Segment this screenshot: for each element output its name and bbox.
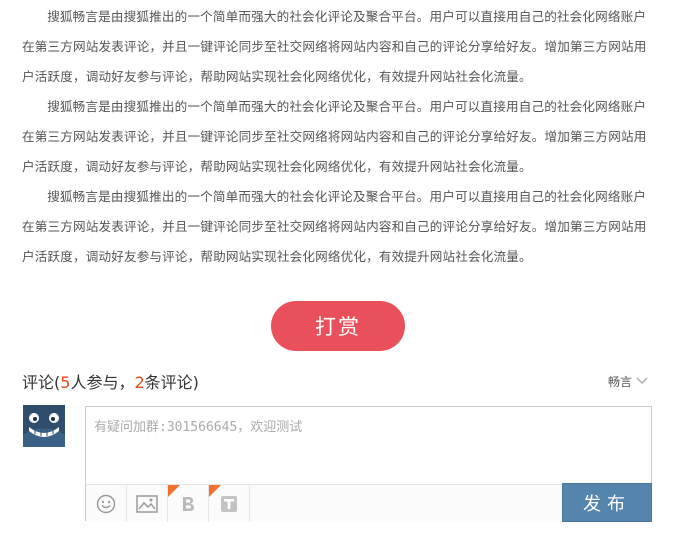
bold-button[interactable] bbox=[168, 485, 209, 522]
comment-input[interactable] bbox=[86, 407, 651, 484]
comment-summary: 评论(5人参与，2条评论) bbox=[22, 369, 199, 393]
participant-count: 5 bbox=[60, 373, 71, 392]
image-upload-button[interactable] bbox=[127, 485, 168, 522]
text-format-icon bbox=[220, 495, 238, 513]
new-flag-icon bbox=[168, 485, 180, 497]
article-paragraph: 搜狐畅言是由搜狐推出的一个简单而强大的社会化评论及聚合平台。用户可以直接用自己的… bbox=[22, 189, 647, 264]
reward-button[interactable]: 打赏 bbox=[271, 301, 405, 351]
chevron-down-icon bbox=[636, 377, 648, 385]
image-icon bbox=[136, 494, 158, 513]
emoji-button[interactable] bbox=[86, 485, 127, 522]
avatar[interactable] bbox=[23, 405, 65, 447]
avatar-face-icon bbox=[23, 405, 65, 447]
emoji-icon bbox=[96, 494, 116, 514]
comment-title-prefix: 评论( bbox=[22, 373, 61, 392]
comment-header: 评论(5人参与，2条评论) 畅言 bbox=[22, 368, 648, 394]
participant-suffix: 人参与， bbox=[70, 373, 135, 392]
article-paragraph: 搜狐畅言是由搜狐推出的一个简单而强大的社会化评论及聚合平台。用户可以直接用自己的… bbox=[22, 99, 647, 174]
new-flag-icon bbox=[209, 485, 221, 497]
comment-editor: 发布 bbox=[85, 406, 652, 522]
changyan-menu-label: 畅言 bbox=[607, 374, 632, 389]
publish-button[interactable]: 发布 bbox=[562, 483, 652, 522]
article-paragraph: 搜狐畅言是由搜狐推出的一个简单而强大的社会化评论及聚合平台。用户可以直接用自己的… bbox=[22, 9, 647, 84]
comment-count-suffix: 条评论) bbox=[144, 373, 199, 392]
article-content: 搜狐畅言是由搜狐推出的一个简单而强大的社会化评论及聚合平台。用户可以直接用自己的… bbox=[22, 0, 652, 272]
text-format-button[interactable] bbox=[209, 485, 250, 522]
bold-icon bbox=[180, 495, 196, 513]
changyan-menu[interactable]: 畅言 bbox=[608, 373, 648, 390]
comment-count: 2 bbox=[134, 373, 145, 392]
